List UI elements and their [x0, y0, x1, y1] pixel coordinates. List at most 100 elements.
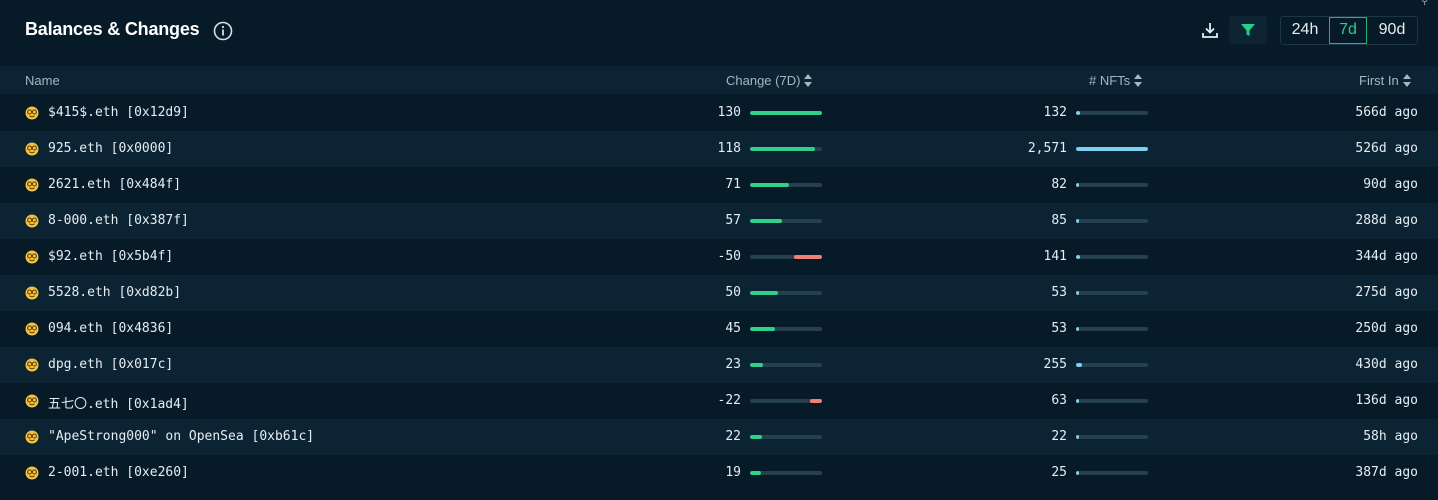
table-row[interactable]: $415$.eth [0x12d9] 130 132 566d ago [0, 95, 1438, 131]
nerd-face-icon [25, 106, 39, 120]
change-bar [750, 363, 822, 367]
change-bar-fill [750, 219, 782, 223]
holder-name[interactable]: 2621.eth [0x484f] [48, 177, 181, 192]
nft-count: 63 [1051, 393, 1067, 408]
column-header-name: Name [25, 73, 60, 88]
change-bar-fill [750, 291, 778, 295]
sort-icon [1134, 74, 1143, 87]
holder-name[interactable]: dpg.eth [0x017c] [48, 357, 173, 372]
holder-name[interactable]: 8-000.eth [0x387f] [48, 213, 189, 228]
table-row[interactable]: $92.eth [0x5b4f] -50 141 344d ago [0, 239, 1438, 275]
range-7d-button[interactable]: 7d [1329, 17, 1367, 44]
nft-bar-fill [1076, 147, 1148, 151]
holder-name[interactable]: 2-001.eth [0xe260] [48, 465, 189, 480]
nft-count: 85 [1051, 213, 1067, 228]
holder-name[interactable]: 5528.eth [0xd82b] [48, 285, 181, 300]
nft-count: 141 [1043, 249, 1067, 264]
sort-icon [804, 74, 813, 87]
change-bar [750, 219, 822, 223]
nft-count: 82 [1051, 177, 1067, 192]
change-bar [750, 471, 822, 475]
column-header-nfts[interactable]: # NFTs [1089, 73, 1143, 88]
change-value: 23 [725, 357, 741, 372]
change-bar-fill [750, 471, 761, 475]
pin-icon[interactable]: ⚲ [1421, 0, 1428, 7]
first-in: 526d ago [1355, 141, 1418, 156]
change-bar [750, 327, 822, 331]
nft-bar [1076, 219, 1148, 223]
table-header: Name Change (7D) # NFTs First In [0, 66, 1438, 94]
change-value: 71 [725, 177, 741, 192]
column-header-name-label: Name [25, 73, 60, 88]
nft-bar [1076, 111, 1148, 115]
table-row[interactable]: "ApeStrong000" on OpenSea [0xb61c] 22 22… [0, 419, 1438, 455]
change-bar [750, 291, 822, 295]
change-value: 19 [725, 465, 741, 480]
change-bar-fill [750, 327, 775, 331]
holder-name[interactable]: "ApeStrong000" on OpenSea [0xb61c] [48, 429, 314, 444]
nerd-face-icon [25, 286, 39, 300]
first-in: 288d ago [1355, 213, 1418, 228]
table-row[interactable]: 925.eth [0x0000] 118 2,571 526d ago [0, 131, 1438, 167]
nft-bar [1076, 435, 1148, 439]
first-in: 250d ago [1355, 321, 1418, 336]
nerd-face-icon [25, 142, 39, 156]
first-in: 136d ago [1355, 393, 1418, 408]
first-in: 566d ago [1355, 105, 1418, 120]
sort-icon [1402, 74, 1411, 87]
table-row[interactable]: 094.eth [0x4836] 45 53 250d ago [0, 311, 1438, 347]
nerd-face-icon [25, 178, 39, 192]
nft-count: 2,571 [1027, 141, 1067, 156]
nft-count: 25 [1051, 465, 1067, 480]
nft-bar [1076, 399, 1148, 403]
holder-name[interactable]: $92.eth [0x5b4f] [48, 249, 173, 264]
nft-bar-fill [1076, 255, 1080, 259]
table-row[interactable]: 8-000.eth [0x387f] 57 85 288d ago [0, 203, 1438, 239]
first-in: 90d ago [1363, 177, 1418, 192]
change-value: 22 [725, 429, 741, 444]
change-bar-fill [750, 183, 789, 187]
table-body: $415$.eth [0x12d9] 130 132 566d ago 925.… [0, 95, 1438, 491]
nerd-face-icon [25, 250, 39, 264]
change-value: 50 [725, 285, 741, 300]
column-header-first-in[interactable]: First In [1359, 73, 1411, 88]
table-row[interactable]: 五七〇.eth [0x1ad4] -22 63 136d ago [0, 383, 1438, 419]
nerd-face-icon [25, 322, 39, 336]
table-row[interactable]: 2-001.eth [0xe260] 19 25 387d ago [0, 455, 1438, 491]
holder-name[interactable]: 五七〇.eth [0x1ad4] [48, 393, 189, 412]
nerd-face-icon [25, 394, 39, 408]
nft-count: 255 [1043, 357, 1067, 372]
table-row[interactable]: dpg.eth [0x017c] 23 255 430d ago [0, 347, 1438, 383]
nft-bar-fill [1076, 183, 1079, 187]
filter-button[interactable] [1229, 16, 1267, 44]
nft-count: 132 [1043, 105, 1067, 120]
change-bar [750, 147, 822, 151]
nerd-face-icon [25, 466, 39, 480]
change-bar [750, 399, 822, 403]
range-90d-button[interactable]: 90d [1367, 17, 1417, 44]
nft-bar-fill [1076, 399, 1079, 403]
column-header-first-in-label: First In [1359, 73, 1399, 88]
change-bar [750, 255, 822, 259]
nft-bar [1076, 291, 1148, 295]
change-bar [750, 435, 822, 439]
change-bar-fill [750, 363, 763, 367]
change-bar-fill [750, 435, 762, 439]
nft-count: 22 [1051, 429, 1067, 444]
holder-name[interactable]: $415$.eth [0x12d9] [48, 105, 189, 120]
nft-bar-fill [1076, 363, 1082, 367]
change-bar-fill [810, 399, 822, 403]
info-icon[interactable] [213, 21, 233, 41]
column-header-change[interactable]: Change (7D) [726, 73, 813, 88]
holder-name[interactable]: 094.eth [0x4836] [48, 321, 173, 336]
download-icon[interactable] [1199, 19, 1221, 41]
table-row[interactable]: 2621.eth [0x484f] 71 82 90d ago [0, 167, 1438, 203]
nerd-face-icon [25, 358, 39, 372]
range-24h-button[interactable]: 24h [1281, 17, 1329, 44]
first-in: 58h ago [1363, 429, 1418, 444]
nft-bar-fill [1076, 327, 1079, 331]
holder-name[interactable]: 925.eth [0x0000] [48, 141, 173, 156]
table-row[interactable]: 5528.eth [0xd82b] 50 53 275d ago [0, 275, 1438, 311]
time-range-selector: 24h 7d 90d [1280, 16, 1418, 45]
column-header-nfts-label: # NFTs [1089, 73, 1131, 88]
